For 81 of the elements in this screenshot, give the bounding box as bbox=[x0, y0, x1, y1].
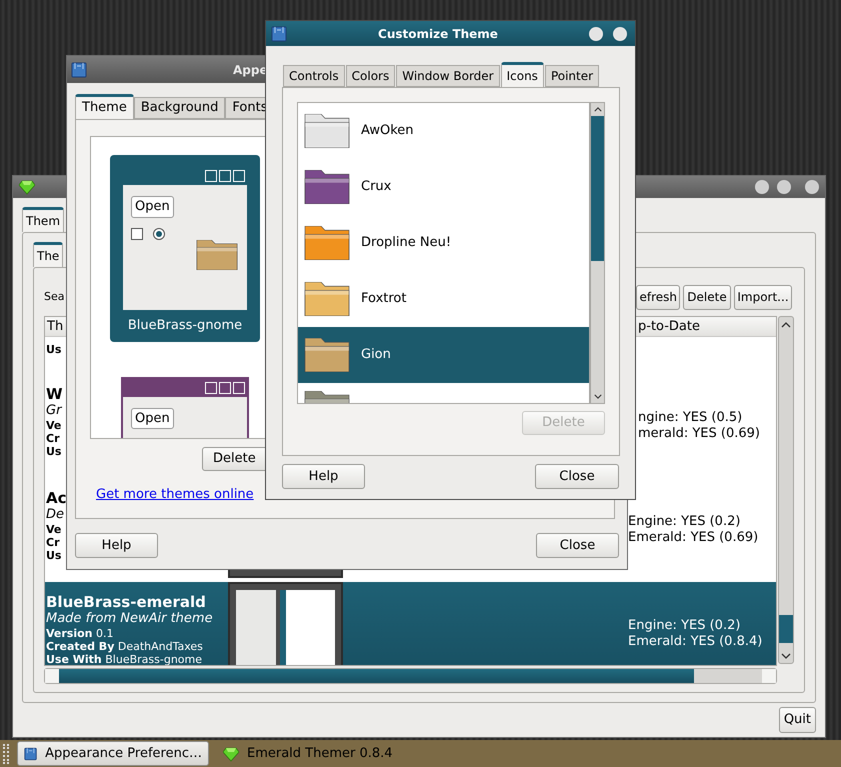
tab[interactable]: Icons bbox=[500, 62, 544, 87]
maximize-icon[interactable] bbox=[777, 180, 791, 194]
close-button[interactable]: Close bbox=[536, 533, 619, 558]
scroll-down-icon[interactable] bbox=[781, 653, 791, 659]
status-text: Engine: YES (0.2) bbox=[628, 514, 742, 530]
help-button[interactable]: Help bbox=[282, 464, 365, 489]
more-themes-link[interactable]: Get more themes online bbox=[96, 485, 254, 504]
close-icon[interactable] bbox=[613, 26, 627, 40]
theme-field: Use With BlueBrass-gnome bbox=[46, 653, 202, 665]
tab[interactable]: Background bbox=[134, 97, 226, 119]
scroll-down-icon[interactable] bbox=[594, 394, 602, 399]
taskbar-item[interactable]: Emerald Themer 0.8.4 bbox=[217, 741, 399, 766]
radio-icon bbox=[153, 228, 165, 240]
preview-button: Open bbox=[131, 408, 174, 429]
window-control-icon bbox=[233, 382, 245, 394]
window-control-icon bbox=[219, 382, 231, 394]
preview-button: Open bbox=[131, 196, 174, 218]
theme-description: De bbox=[46, 507, 64, 523]
column-header: Th bbox=[47, 319, 64, 334]
folder-icon bbox=[303, 282, 351, 316]
status-text: Emerald: YES (0.69) bbox=[628, 530, 758, 546]
status-text: Emerald: YES (0.8.4) bbox=[628, 634, 762, 650]
folder-icon bbox=[303, 226, 351, 260]
scroll-up-icon[interactable] bbox=[594, 107, 602, 112]
toolbar-button[interactable]: Import... bbox=[734, 284, 792, 310]
theme-name: BlueBrass-gnome bbox=[128, 317, 242, 335]
window-title: Customize Theme bbox=[377, 26, 499, 42]
folder-icon bbox=[303, 338, 351, 372]
grip-icon bbox=[3, 744, 9, 764]
tab[interactable]: Pointer bbox=[544, 65, 600, 87]
refresh-button[interactable]: efresh bbox=[636, 284, 680, 310]
window-control-icon bbox=[219, 170, 231, 182]
column-header: p-to-Date bbox=[638, 318, 700, 336]
status-text: Engine: YES (0.2) bbox=[628, 618, 742, 634]
theme-name: BlueBrass-emerald bbox=[46, 593, 206, 611]
minimize-icon[interactable] bbox=[755, 180, 769, 194]
window-app-icon bbox=[271, 26, 287, 42]
theme-field: Version 0.1 bbox=[46, 627, 114, 640]
gem-icon bbox=[223, 746, 239, 762]
theme-field: Created By DeathAndTaxes bbox=[46, 640, 203, 653]
theme-tile[interactable]: Open BlueBrass-gnome bbox=[110, 155, 260, 342]
tab[interactable]: Them bbox=[22, 207, 64, 232]
window-app-icon bbox=[71, 62, 87, 78]
close-icon[interactable] bbox=[805, 180, 819, 194]
theme-field: Ve bbox=[46, 523, 62, 536]
folder-icon bbox=[303, 170, 351, 204]
theme-name: Ac bbox=[46, 489, 67, 507]
taskbar-item[interactable]: Appearance Preferenc… bbox=[17, 741, 209, 766]
window-control-icon bbox=[205, 382, 217, 394]
tab[interactable]: Window Border bbox=[396, 65, 500, 87]
maximize-icon[interactable] bbox=[589, 26, 603, 40]
search-label: Sea bbox=[44, 288, 64, 305]
tab[interactable]: Controls bbox=[283, 65, 345, 87]
help-button[interactable]: Help bbox=[75, 533, 158, 558]
window-control-icon bbox=[233, 170, 245, 182]
theme-field: Us bbox=[46, 549, 62, 562]
icon-theme-item[interactable]: AwOken bbox=[298, 103, 590, 159]
toolbar-button[interactable]: Delete bbox=[683, 284, 731, 310]
scroll-up-icon[interactable] bbox=[781, 322, 791, 328]
icon-theme-item[interactable]: Dropline Neu! bbox=[298, 215, 590, 271]
tab[interactable]: Colors bbox=[346, 65, 396, 87]
scrollbar-thumb[interactable] bbox=[779, 615, 793, 643]
vertical-scrollbar[interactable] bbox=[778, 316, 794, 664]
theme-field: Cr bbox=[46, 536, 60, 549]
tab[interactable]: Theme bbox=[75, 94, 134, 119]
icon-theme-item[interactable]: Gion bbox=[298, 327, 590, 383]
checkbox-icon bbox=[131, 228, 143, 240]
theme-description: Made from NewAir theme bbox=[46, 611, 213, 627]
icon-theme-item[interactable]: Crux bbox=[298, 159, 590, 215]
theme-row[interactable]: BlueBrass-emerald Made from NewAir theme Version 0.1 Created By DeathAndTaxes Use With BlueBrass-gnome Engine: YES (0.2) Emerald: YES (0.8.4) bbox=[45, 582, 776, 665]
horizontal-scrollbar[interactable] bbox=[44, 668, 777, 684]
close-button[interactable]: Close bbox=[535, 464, 619, 489]
gem-icon bbox=[19, 179, 35, 195]
vertical-scrollbar[interactable] bbox=[590, 102, 605, 404]
folder-icon bbox=[195, 240, 239, 270]
icon-theme-item[interactable]: Foxtrot bbox=[298, 271, 590, 327]
quit-button[interactable]: Quit bbox=[778, 707, 816, 733]
scrollbar-thumb[interactable] bbox=[591, 116, 604, 261]
window-control-icon bbox=[205, 170, 217, 182]
tab[interactable]: The bbox=[33, 242, 64, 267]
folder-icon bbox=[303, 114, 351, 148]
